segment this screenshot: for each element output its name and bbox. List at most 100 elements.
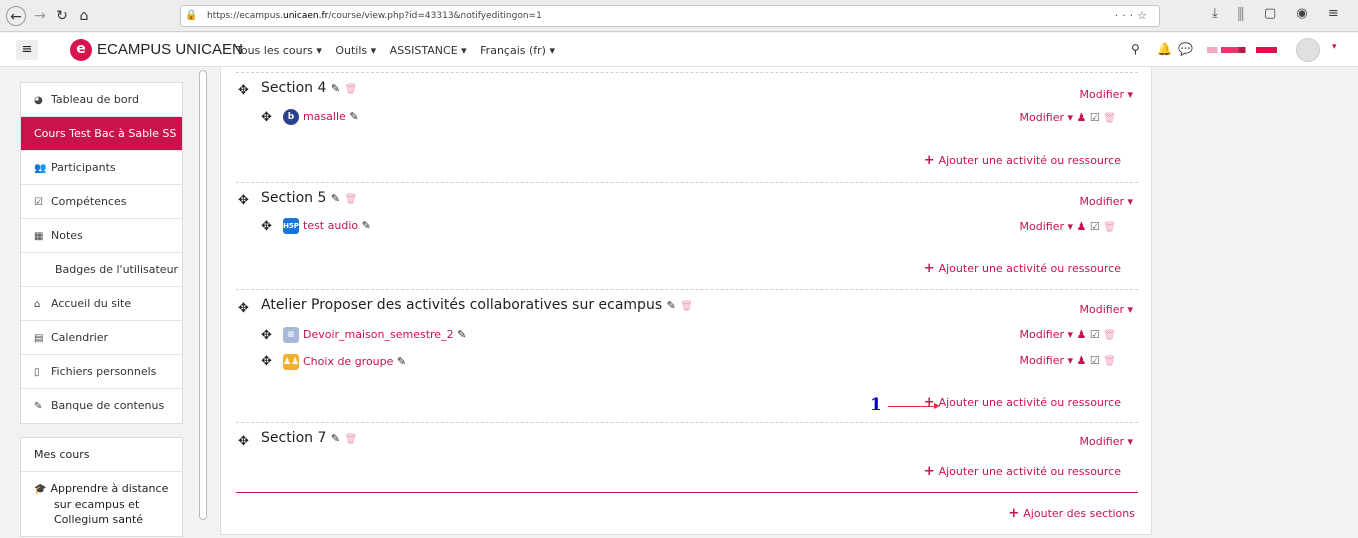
person-icon[interactable]: ♟ [1077,328,1087,341]
pencil-icon[interactable]: ✎ [397,355,406,368]
menu-toggle-icon[interactable]: ≡ [16,40,38,60]
trash-icon[interactable]: 🗑 [1103,113,1116,124]
activity-actions[interactable]: Modifier ▾ ♟ ☑ 🗑 [1020,354,1116,367]
sidebar-scrollbar[interactable] [199,70,207,520]
checkbox-icon[interactable]: ☑ [1090,328,1100,341]
section-modifier-menu[interactable]: Modifier ▾ [1080,88,1134,101]
move-icon[interactable]: ✥ [261,354,272,369]
pencil-icon[interactable]: ✎ [331,82,340,95]
logo-icon[interactable]: e [70,39,92,61]
pencil-icon[interactable]: ✎ [667,299,676,312]
brush-icon: ✎ [34,401,43,412]
menu-item-language[interactable]: Français (fr) ▾ [480,44,555,57]
section-modifier-menu[interactable]: Modifier ▾ [1080,303,1134,316]
mes-cours-heading[interactable]: Mes cours [21,438,182,472]
sidebar-item-banque[interactable]: ✎ Banque de contenus [21,389,182,423]
bookmark-star-icon[interactable]: ···☆ [1115,6,1151,26]
move-icon[interactable]: ✥ [261,328,272,343]
section-divider [236,289,1138,290]
move-icon[interactable]: ✥ [238,301,249,316]
activity-actions[interactable]: Modifier ▾ ♟ ☑ 🗑 [1020,220,1116,233]
checkbox-icon[interactable]: ☑ [1090,111,1100,124]
forward-icon[interactable]: → [30,6,50,26]
home-icon[interactable]: ⌂ [74,6,94,26]
trash-icon[interactable]: 🗑 [345,84,358,95]
calendar-icon: ▤ [34,333,44,344]
person-icon[interactable]: ♟ [1077,354,1087,367]
checkbox-icon[interactable]: ☑ [1090,220,1100,233]
section-modifier-menu[interactable]: Modifier ▾ [1080,435,1134,448]
sidebar-item-calendrier[interactable]: ▤ Calendrier [21,321,182,355]
person-icon[interactable]: ♟ [1077,220,1087,233]
add-activity-link[interactable]: + Ajouter une activité ou ressource [924,261,1121,276]
activity-link[interactable]: ≡ Devoir_maison_semestre_2 ✎ [283,327,466,343]
trash-icon[interactable]: 🗑 [345,434,358,445]
move-icon[interactable]: ✥ [238,434,249,449]
move-icon[interactable]: ✥ [261,110,272,125]
sidebar-nav: ◕ Tableau de bord Cours Test Bac à Sable … [20,82,183,537]
person-icon[interactable]: ♟ [1077,111,1087,124]
activity-actions[interactable]: Modifier ▾ ♟ ☑ 🗑 [1020,111,1116,124]
section-title[interactable]: Section 5 ✎ 🗑 [261,190,357,206]
search-icon[interactable]: ⚲ [1131,42,1140,56]
sidebar-item-competences[interactable]: ☑ Compétences [21,185,182,219]
menu-item-assistance[interactable]: ASSISTANCE ▾ [390,44,467,57]
sidebar-item-notes[interactable]: ▦ Notes [21,219,182,253]
graduation-cap-icon: 🎓 [34,484,47,495]
browser-toolbar: ← → ↻ ⌂ 🔒 https://ecampus.unicaen.fr/cou… [0,0,1358,32]
users-icon: 👥 [34,163,47,174]
dashboard-icon: ◕ [34,95,43,106]
sidebar-item-cours[interactable]: Cours Test Bac à Sable SS [21,117,182,151]
reload-icon[interactable]: ↻ [52,6,72,26]
section-modifier-menu[interactable]: Modifier ▾ [1080,195,1134,208]
add-activity-link[interactable]: + Ajouter une activité ou ressource [924,153,1121,168]
sidebar-item-fichiers[interactable]: ▯ Fichiers personnels [21,355,182,389]
pencil-icon[interactable]: ✎ [457,328,466,341]
activity-link[interactable]: ♟♟ Choix de groupe ✎ [283,354,406,370]
main-menu: Tous les cours ▾ Outils ▾ ASSISTANCE ▾ F… [236,44,565,57]
add-activity-link[interactable]: + Ajouter une activité ou ressource [924,464,1121,479]
brand-name[interactable]: ECAMPUS UNICAEN [97,41,243,58]
add-activity-link[interactable]: + Ajouter une activité ou ressource [924,395,1121,410]
browser-tools-icons[interactable]: ⤓ ⫼ ▢ ◉ ≡ [1212,6,1347,21]
chevron-down-icon[interactable]: ▾ [1332,42,1337,52]
activity-link[interactable]: b masalle ✎ [283,109,359,125]
annotation-arrow [888,403,940,409]
sections-end-divider [236,492,1138,493]
pencil-icon[interactable]: ✎ [362,219,371,232]
trash-icon[interactable]: 🗑 [345,194,358,205]
activity-link[interactable]: H5P test audio ✎ [283,218,371,234]
back-icon[interactable]: ← [6,6,26,26]
file-icon: ▯ [34,367,40,378]
section-title[interactable]: Atelier Proposer des activités collabora… [261,297,693,313]
sidebar-course-link[interactable]: 🎓 Apprendre à distance sur ecampus et Col… [21,472,182,536]
pencil-icon[interactable]: ✎ [349,110,358,123]
move-icon[interactable]: ✥ [261,219,272,234]
chat-icon[interactable]: 💬 [1178,42,1193,56]
url-bar[interactable]: 🔒 https://ecampus.unicaen.fr/course/view… [180,5,1160,27]
sidebar-item-participants[interactable]: 👥 Participants [21,151,182,185]
trash-icon[interactable]: 🗑 [680,301,693,312]
plus-icon: + [1008,506,1020,521]
section-title[interactable]: Section 7 ✎ 🗑 [261,430,357,446]
move-icon[interactable]: ✥ [238,83,249,98]
trash-icon[interactable]: 🗑 [1103,356,1116,367]
section-divider [236,182,1138,183]
bell-icon[interactable]: 🔔 [1157,42,1172,56]
trash-icon[interactable]: 🗑 [1103,222,1116,233]
sidebar-item-accueil[interactable]: ⌂ Accueil du site [21,287,182,321]
menu-item-outils[interactable]: Outils ▾ [335,44,376,57]
sidebar-item-badges[interactable]: Badges de l'utilisateur [21,253,182,287]
move-icon[interactable]: ✥ [238,193,249,208]
menu-item-tous-les-cours[interactable]: Tous les cours ▾ [236,44,322,57]
pencil-icon[interactable]: ✎ [331,432,340,445]
pencil-icon[interactable]: ✎ [331,192,340,205]
section-title[interactable]: Section 4 ✎ 🗑 [261,80,357,96]
activity-actions[interactable]: Modifier ▾ ♟ ☑ 🗑 [1020,328,1116,341]
add-sections-link[interactable]: + Ajouter des sections [1008,506,1135,521]
checkbox-icon[interactable]: ☑ [1090,354,1100,367]
avatar[interactable] [1296,38,1320,62]
trash-icon[interactable]: 🗑 [1103,330,1116,341]
sidebar-item-tableau-de-bord[interactable]: ◕ Tableau de bord [21,83,182,117]
user-name-blurred[interactable] [1207,47,1277,53]
